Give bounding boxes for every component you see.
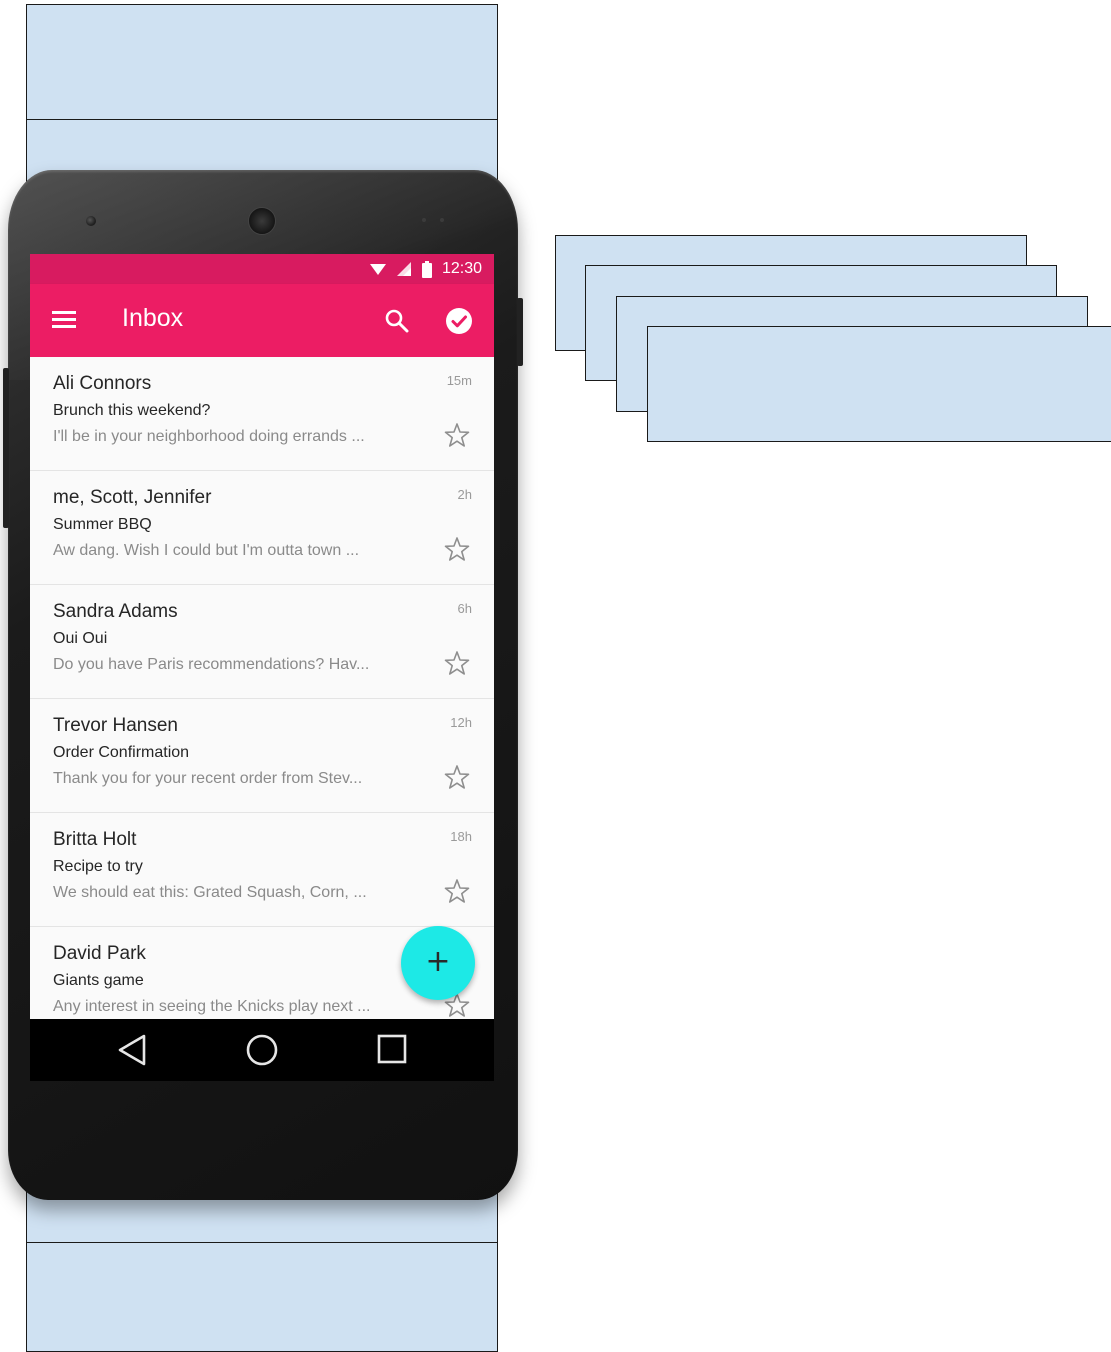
check-circle-icon[interactable]: [445, 307, 473, 335]
mail-subject: Summer BBQ: [53, 516, 152, 533]
star-icon[interactable]: [444, 878, 470, 904]
phone-speaker: [248, 207, 276, 235]
mail-sender: David Park: [53, 943, 146, 964]
mail-preview: I'll be in your neighborhood doing erran…: [53, 428, 365, 445]
star-icon[interactable]: [444, 764, 470, 790]
star-icon[interactable]: [444, 650, 470, 676]
status-bar: 12:30: [30, 254, 494, 284]
menu-icon[interactable]: [52, 311, 78, 331]
star-icon[interactable]: [444, 422, 470, 448]
list-item[interactable]: Britta Holt Recipe to try We should eat …: [30, 813, 494, 927]
mail-sender: Trevor Hansen: [53, 715, 178, 736]
battery-icon: [421, 260, 432, 278]
page-title: Inbox: [122, 304, 184, 332]
wireframe-block-top-1: [26, 4, 498, 120]
mail-time: 2h: [457, 487, 472, 502]
app-bar: Inbox: [30, 284, 494, 357]
mail-preview: Thank you for your recent order from Ste…: [53, 770, 363, 787]
mail-preview: We should eat this: Grated Squash, Corn,…: [53, 884, 367, 901]
phone-screen: 12:30 Inbox Ali Connors Brunch this week…: [30, 254, 494, 1081]
phone-sensor: [422, 218, 426, 222]
list-item[interactable]: Trevor Hansen Order Confirmation Thank y…: [30, 699, 494, 813]
mail-time: 15m: [446, 373, 472, 388]
back-icon[interactable]: [116, 1033, 148, 1067]
recents-icon[interactable]: [377, 1033, 407, 1065]
wireframe-block-bottom-2: [26, 1242, 498, 1352]
compose-fab-button[interactable]: +: [401, 926, 475, 1000]
signal-icon: [396, 262, 411, 276]
phone-side-button-left[interactable]: [3, 368, 9, 528]
list-item[interactable]: Ali Connors Brunch this weekend? I'll be…: [30, 357, 494, 471]
wifi-icon: [369, 264, 386, 275]
phone-side-button-right[interactable]: [517, 298, 523, 366]
mail-time: 18h: [450, 829, 472, 844]
mail-time: 12h: [450, 715, 472, 730]
mail-subject: Brunch this weekend?: [53, 402, 211, 419]
phone-camera: [86, 216, 96, 226]
canvas: 12:30 Inbox Ali Connors Brunch this week…: [0, 0, 1111, 1352]
list-item[interactable]: Sandra Adams Oui Oui Do you have Paris r…: [30, 585, 494, 699]
mail-time: 6h: [457, 601, 472, 616]
mail-sender: Britta Holt: [53, 829, 137, 850]
star-icon[interactable]: [444, 536, 470, 562]
phone-sensor: [440, 218, 444, 222]
list-item[interactable]: me, Scott, Jennifer Summer BBQ Aw dang. …: [30, 471, 494, 585]
mail-preview: Any interest in seeing the Knicks play n…: [53, 998, 371, 1015]
mail-subject: Giants game: [53, 972, 144, 989]
home-icon[interactable]: [245, 1033, 279, 1067]
mail-subject: Order Confirmation: [53, 744, 190, 761]
search-icon[interactable]: [384, 308, 410, 334]
mail-preview: Aw dang. Wish I could but I'm outta town…: [53, 542, 360, 559]
plus-icon: +: [425, 944, 451, 979]
mail-preview: Do you have Paris recommendations? Hav..…: [53, 656, 370, 673]
mail-sender: Ali Connors: [53, 373, 152, 394]
mail-subject: Oui Oui: [53, 630, 108, 647]
status-time: 12:30: [441, 260, 482, 277]
wireframe-card-4: [647, 326, 1111, 442]
mail-sender: me, Scott, Jennifer: [53, 487, 212, 508]
navigation-bar: [30, 1019, 494, 1081]
mail-sender: Sandra Adams: [53, 601, 178, 622]
mail-subject: Recipe to try: [53, 858, 143, 875]
